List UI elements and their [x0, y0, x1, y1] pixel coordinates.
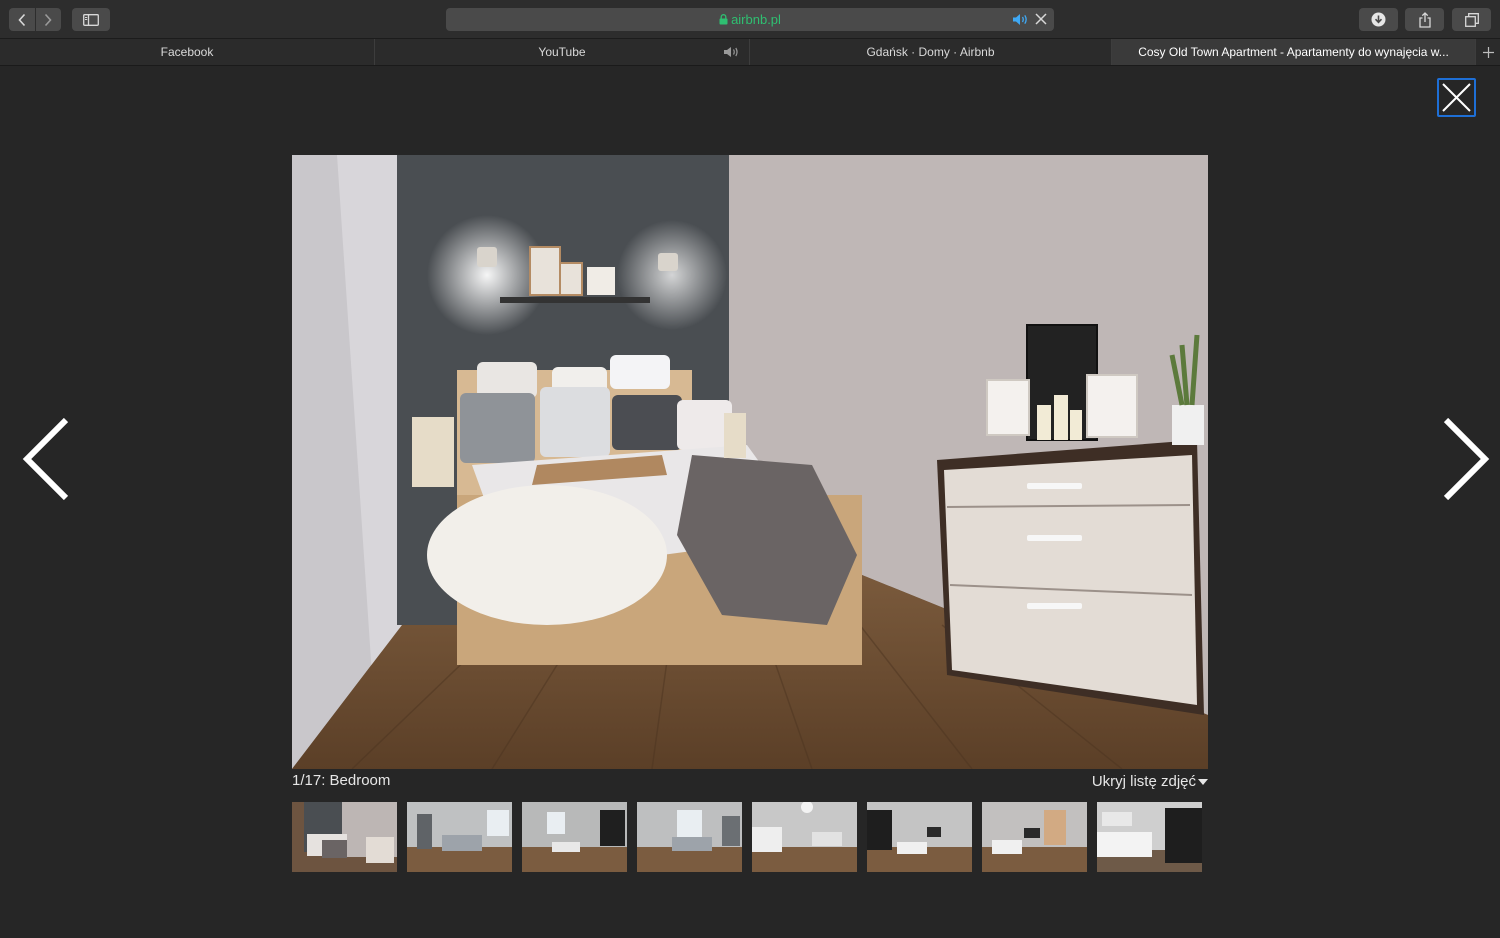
toggle-photo-list[interactable]: Ukryj listę zdjęć [1092, 773, 1208, 790]
chevron-right-icon [45, 13, 52, 26]
caret-down-icon [1198, 778, 1208, 785]
thumbnail-kitchen-2[interactable] [1097, 802, 1202, 872]
thumbnail-dining-chalkboard[interactable] [867, 802, 972, 872]
plus-icon [1482, 46, 1494, 58]
sidebar-button[interactable] [72, 8, 110, 31]
previous-photo-button[interactable] [20, 418, 72, 500]
download-icon [1371, 12, 1386, 27]
tab-airbnb-gdansk[interactable]: Gdańsk · Domy · Airbnb [750, 39, 1112, 65]
photo-lightbox: 1/17: Bedroom Ukryj listę zdjęć [0, 66, 1500, 938]
browser-toolbar: airbnb.pl [0, 0, 1500, 39]
chevron-left-icon [18, 13, 25, 26]
url-text: airbnb.pl [731, 12, 781, 27]
share-button[interactable] [1405, 8, 1444, 31]
tab-cosy-old-town[interactable]: Cosy Old Town Apartment - Apartamenty do… [1112, 39, 1476, 65]
speaker-icon[interactable] [1012, 13, 1030, 26]
url-display: airbnb.pl [446, 8, 1054, 31]
forward-button[interactable] [36, 8, 62, 31]
close-lightbox-button[interactable] [1437, 78, 1476, 117]
tab-audio-icon[interactable] [723, 46, 741, 58]
thumbnail-living-room-1[interactable] [407, 802, 512, 872]
photo-caption: 1/17: Bedroom [292, 772, 391, 789]
thumbnail-living-room-4[interactable] [982, 802, 1087, 872]
chevron-left-icon [22, 418, 69, 500]
downloads-button[interactable] [1359, 8, 1398, 31]
tab-title: YouTube [538, 45, 586, 59]
tab-bar: Facebook YouTube Gdańsk · Domy · Airbnb … [0, 39, 1500, 66]
sidebar-icon [83, 13, 99, 26]
toggle-photo-list-label: Ukryj listę zdjęć [1091, 773, 1196, 790]
chevron-right-icon [1443, 418, 1490, 500]
close-icon [1442, 83, 1471, 112]
share-icon [1418, 11, 1431, 28]
tab-overview-icon [1464, 12, 1479, 27]
new-tab-button[interactable] [1476, 39, 1500, 65]
thumbnail-living-room-3[interactable] [637, 802, 742, 872]
main-photo [292, 155, 1208, 769]
thumbnail-strip [292, 802, 1202, 872]
lock-icon [719, 14, 728, 25]
address-bar[interactable]: airbnb.pl [446, 8, 1054, 31]
thumbnail-living-room-2[interactable] [522, 802, 627, 872]
tab-title: Gdańsk · Domy · Airbnb [866, 45, 995, 59]
tab-facebook[interactable]: Facebook [0, 39, 375, 65]
tab-title: Cosy Old Town Apartment - Apartamenty do… [1138, 45, 1449, 59]
history-nav [9, 8, 61, 31]
next-photo-button[interactable] [1440, 418, 1492, 500]
tab-overview-button[interactable] [1452, 8, 1491, 31]
stop-loading-icon[interactable] [1035, 13, 1047, 25]
thumbnail-bedroom[interactable] [292, 802, 397, 872]
thumbnail-kitchen-1[interactable] [752, 802, 857, 872]
back-button[interactable] [9, 8, 35, 31]
tab-title: Facebook [160, 45, 214, 59]
tab-youtube[interactable]: YouTube [375, 39, 750, 65]
